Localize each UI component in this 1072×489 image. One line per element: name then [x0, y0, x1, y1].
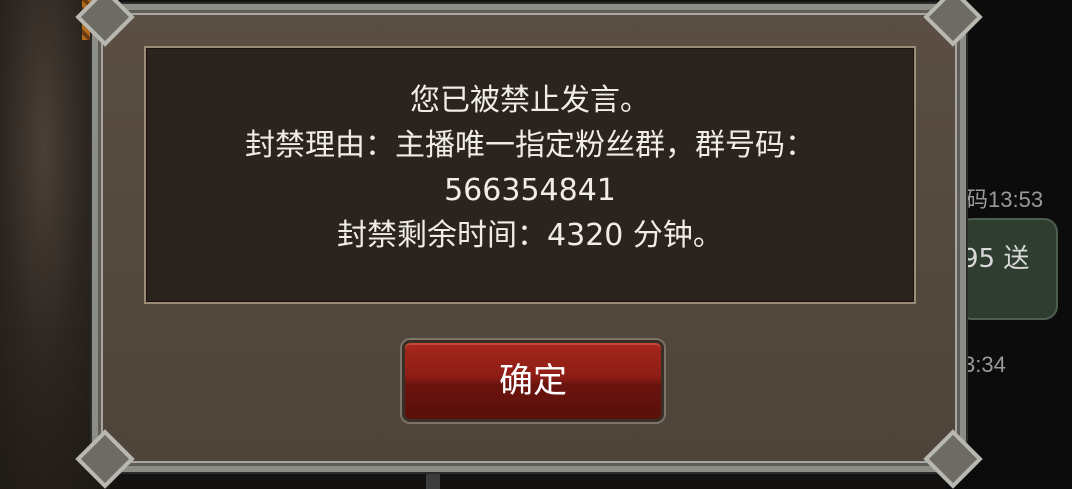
confirm-button[interactable]: 确定 — [402, 340, 664, 422]
ban-remaining-time-text: 封禁剩余时间：4320 分钟。 — [337, 218, 723, 253]
chat-timestamp: 码13:53 — [966, 187, 1044, 212]
ban-reason-text: 封禁理由：主播唯一指定粉丝群，群号码： — [245, 128, 815, 163]
group-number-text: 566354841 — [444, 173, 616, 208]
frame-divider — [426, 470, 440, 489]
chat-message-bubble: 95 送 — [958, 218, 1058, 320]
chat-bubble-text: 95 送 — [962, 244, 1030, 274]
mute-notice-dialog: 您已被禁止发言。 封禁理由：主播唯一指定粉丝群，群号码： 566354841 封… — [75, 0, 983, 489]
message-panel: 您已被禁止发言。 封禁理由：主播唯一指定粉丝群，群号码： 566354841 封… — [144, 46, 916, 304]
chat-timestamp: 3:34 — [963, 352, 1006, 377]
mute-notice-text: 您已被禁止发言。 — [410, 83, 650, 118]
